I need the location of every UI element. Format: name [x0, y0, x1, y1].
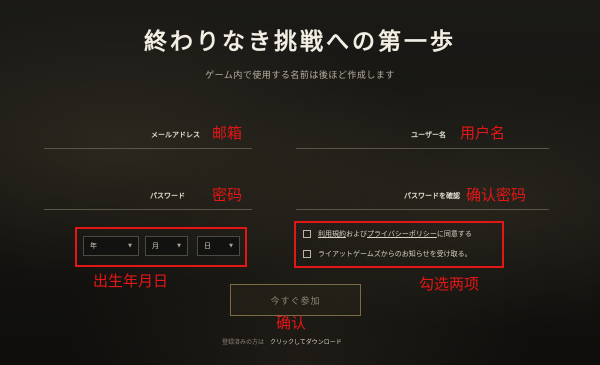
privacy-policy-link[interactable]: プライバシーポリシー: [367, 229, 437, 239]
day-select[interactable]: 日 ▼: [197, 236, 240, 256]
terms-and-text: および: [346, 230, 367, 238]
download-prefix: 登録済みの方は: [222, 339, 265, 346]
annotation-password-confirm: 确认密码: [466, 186, 527, 204]
terms-suffix-text: に同意する: [436, 230, 472, 238]
terms-checkbox[interactable]: [303, 230, 311, 238]
year-select[interactable]: 年 ▼: [83, 236, 139, 256]
password-underline: [44, 209, 252, 210]
annotation-confirm: 确认: [276, 314, 307, 332]
month-select[interactable]: 月 ▼: [145, 236, 188, 256]
annotation-agreements: 勾选两项: [419, 275, 480, 293]
annotation-email: 邮箱: [212, 124, 243, 142]
terms-link[interactable]: 利用規約: [318, 229, 346, 239]
newsletter-row[interactable]: ライアットゲームズからのお知らせを受け取る。: [303, 249, 472, 259]
page-title: 終わりなき挑戦への第一歩: [144, 29, 456, 55]
day-select-value: 日: [204, 242, 211, 250]
month-select-value: 月: [152, 242, 159, 250]
download-link[interactable]: クリックしてダウンロード: [270, 339, 342, 346]
annotation-password: 密码: [212, 186, 243, 204]
newsletter-checkbox[interactable]: [303, 250, 311, 258]
annotation-username: 用户名: [460, 124, 506, 142]
chevron-down-icon: ▼: [177, 243, 181, 249]
newsletter-label: ライアットゲームズからのお知らせを受け取る。: [318, 250, 472, 258]
terms-agreement-row[interactable]: 利用規約 および プライバシーポリシー に同意する: [303, 229, 472, 239]
chevron-down-icon: ▼: [229, 243, 233, 249]
password-confirm-underline: [296, 209, 549, 210]
email-underline: [44, 148, 252, 149]
year-select-value: 年: [90, 242, 97, 250]
chevron-down-icon: ▼: [128, 243, 132, 249]
username-underline: [296, 148, 549, 149]
download-row: 登録済みの方は クリックしてダウンロード: [222, 337, 342, 346]
annotation-birthdate: 出生年月日: [93, 272, 169, 290]
page-subtitle: ゲーム内で使用する名前は後ほど作成します: [205, 71, 395, 81]
